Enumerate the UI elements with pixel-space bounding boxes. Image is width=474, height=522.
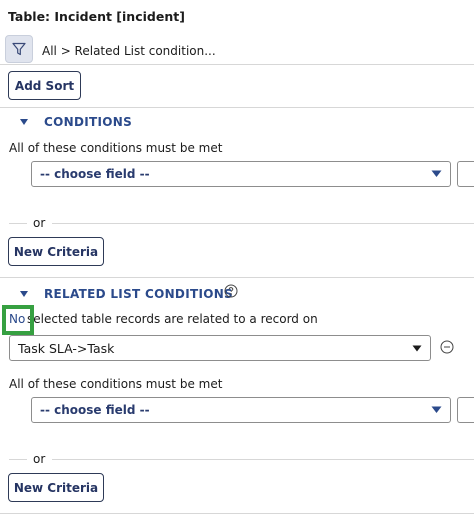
filter-button[interactable] [5, 35, 33, 63]
caret-down-icon [20, 119, 28, 125]
collapse-toggle[interactable] [18, 117, 30, 127]
collapse-toggle[interactable] [18, 289, 30, 299]
related-conditions-label: All of these conditions must be met [9, 377, 223, 391]
divider [0, 64, 474, 65]
conditions-label: All of these conditions must be met [9, 141, 223, 155]
minus-circle-icon [440, 340, 454, 354]
conditions-title: CONDITIONS [44, 115, 133, 129]
related-table-select[interactable]: Task SLA->Task [9, 335, 431, 361]
choose-field-value: -- choose field -- [40, 403, 150, 417]
add-sort-button[interactable]: Add Sort [8, 71, 81, 100]
or-label: or [33, 216, 46, 230]
remove-button[interactable] [440, 340, 454, 354]
help-icon [224, 284, 238, 298]
divider [0, 277, 474, 278]
caret-down-icon [20, 291, 28, 297]
table-title: Table: Incident [incident] [8, 9, 185, 24]
new-criteria-button[interactable]: New Criteria [8, 473, 104, 502]
operator-select[interactable] [457, 397, 474, 423]
chevron-down-icon [412, 345, 422, 351]
breadcrumb[interactable]: All > Related List condition... [42, 44, 216, 58]
choose-field-value: -- choose field -- [40, 167, 150, 181]
or-divider [52, 223, 474, 224]
new-criteria-button[interactable]: New Criteria [8, 237, 104, 266]
help-button[interactable] [224, 284, 238, 298]
filter-icon [12, 42, 26, 56]
or-divider [9, 223, 27, 224]
chevron-down-icon [431, 170, 442, 177]
chevron-down-icon [431, 406, 442, 413]
choose-field-select[interactable]: -- choose field -- [31, 397, 451, 423]
related-list-title: RELATED LIST CONDITIONS [44, 287, 233, 301]
or-divider [9, 459, 27, 460]
or-divider [52, 459, 474, 460]
divider [0, 107, 474, 108]
divider [0, 513, 474, 514]
operator-select[interactable] [457, 161, 474, 187]
related-description: selected table records are related to a … [27, 312, 318, 326]
or-label: or [33, 452, 46, 466]
highlight-box [2, 305, 34, 335]
related-table-value: Task SLA->Task [18, 340, 115, 356]
choose-field-select[interactable]: -- choose field -- [31, 161, 451, 187]
